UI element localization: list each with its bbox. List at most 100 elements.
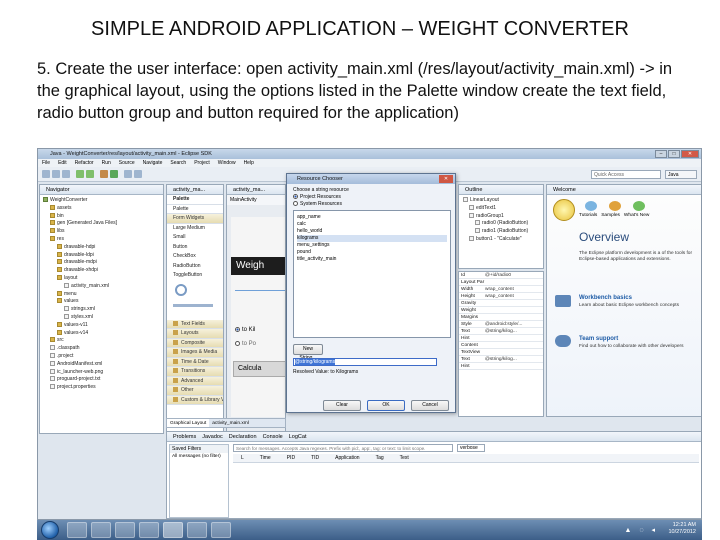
progress-widget-icon[interactable] [175, 283, 187, 296]
team-support-link[interactable]: Team support [579, 336, 618, 342]
property-row[interactable]: Id @+id/radio0 [459, 272, 543, 279]
resource-value-input[interactable]: @string/kilograms [293, 358, 437, 366]
explorer-icon[interactable] [67, 522, 87, 538]
property-row[interactable]: Text @string/kilog... [459, 328, 543, 335]
tree-item[interactable]: gen [Generated Java Files] [43, 220, 163, 228]
tray-clock[interactable]: 12:21 AM 10/27/2012 [668, 522, 696, 536]
browser-icon[interactable] [139, 522, 159, 538]
cancel-button[interactable]: Cancel [411, 400, 449, 411]
tree-item[interactable]: libs [43, 228, 163, 236]
tutorials-icon[interactable] [585, 201, 597, 211]
search-icon[interactable] [124, 170, 132, 178]
resource-item[interactable]: pound [297, 249, 447, 256]
log-column-header[interactable]: Application [327, 454, 367, 462]
property-row[interactable]: Text @string/kilog... [459, 356, 543, 363]
tree-item[interactable]: WeightConverter [43, 197, 163, 205]
workbench-basics-link[interactable]: Workbench basics [579, 295, 632, 301]
radio-kilograms[interactable]: to Kil [235, 327, 255, 333]
bottom-tab[interactable]: Console [263, 432, 283, 441]
palette-section[interactable]: Time & Date [167, 357, 223, 367]
tree-item[interactable]: drawable-xhdpi [43, 267, 163, 275]
tree-item[interactable]: res [43, 235, 163, 244]
folder-icon[interactable] [115, 522, 135, 538]
seekbar-widget-icon[interactable] [173, 303, 213, 307]
open-type-icon[interactable] [134, 170, 142, 178]
log-level-select[interactable]: verbose [457, 444, 485, 452]
dialog-close-icon[interactable]: ✕ [439, 175, 453, 183]
tree-item[interactable]: project.properties [43, 384, 163, 392]
logcat-search-input[interactable]: Search for messages. Accepts Java regexe… [233, 444, 453, 452]
property-row[interactable]: Gravity [459, 300, 543, 307]
print-icon[interactable] [62, 170, 70, 178]
bottom-tab[interactable]: LogCat [289, 432, 307, 441]
menu-item[interactable]: Navigate [143, 159, 163, 167]
editor-tab-2[interactable]: activity_ma... [227, 185, 285, 195]
resource-item[interactable]: calc [297, 221, 447, 228]
android-sdk-icon[interactable] [76, 170, 84, 178]
close-icon[interactable]: ✕ [681, 150, 699, 158]
tray-icons[interactable]: ▲ ◌ ◂ [625, 526, 659, 534]
widget-checkbox[interactable]: CheckBox [167, 252, 223, 262]
tree-item[interactable]: AndroidManifest.xml [43, 360, 163, 369]
palette-section[interactable]: Custom & Library Views [167, 395, 223, 405]
new-icon[interactable] [42, 170, 50, 178]
tree-item[interactable]: values-v11 [43, 321, 163, 330]
menu-item[interactable]: Project [194, 159, 210, 167]
tree-item[interactable]: strings.xml [43, 306, 163, 314]
outline-item[interactable]: radioGroup1 [463, 212, 543, 221]
property-row[interactable]: Layout Par [459, 279, 543, 286]
tree-item[interactable]: drawable-mdpi [43, 259, 163, 267]
tree-item[interactable]: drawable-ldpi [43, 251, 163, 260]
palette-section[interactable]: Other [167, 386, 223, 396]
tree-item[interactable]: values-v14 [43, 329, 163, 338]
bottom-tab[interactable]: Declaration [229, 432, 257, 441]
widget-small[interactable]: Small [167, 233, 223, 243]
widget-radiobutton[interactable]: RadioButton [167, 262, 223, 272]
tutorials-link[interactable]: Tutorials [579, 213, 597, 218]
whats-new-link[interactable]: What's New [624, 213, 649, 218]
palette-section[interactable]: Composite [167, 338, 223, 348]
palette-section[interactable]: Advanced [167, 376, 223, 386]
filter-all-messages[interactable]: All messages (no filter) [170, 453, 228, 460]
new-string-button[interactable]: New String... [293, 344, 323, 361]
widget-large-medium[interactable]: Large Medium [167, 224, 223, 234]
tree-item[interactable]: assets [43, 204, 163, 213]
editor-toolbar-activity[interactable]: MainActivity [227, 195, 285, 205]
menu-item[interactable]: Refactor [75, 159, 94, 167]
palette-section[interactable]: Images & Media [167, 348, 223, 358]
property-row[interactable]: TextView [459, 349, 543, 356]
powerpoint-icon[interactable] [211, 522, 231, 538]
graphical-layout-tab[interactable]: Graphical Layout [167, 419, 210, 427]
avd-manager-icon[interactable] [86, 170, 94, 178]
ok-button[interactable]: OK [367, 400, 405, 411]
tree-item[interactable]: activity_main.xml [43, 282, 163, 291]
palette-search[interactable]: Palette [167, 205, 223, 214]
palette-section-form-widgets[interactable]: Form Widgets [167, 214, 223, 224]
eclipse-task-icon[interactable] [163, 522, 183, 538]
log-column-header[interactable]: Time [252, 454, 279, 462]
log-column-header[interactable]: TID [303, 454, 327, 462]
project-resources-radio[interactable]: Project Resources [293, 194, 341, 201]
outline-item[interactable]: radio1 (RadioButton) [463, 228, 543, 236]
property-row[interactable]: Style @android:style/... [459, 321, 543, 328]
property-row[interactable]: Weight [459, 307, 543, 314]
palette-section[interactable]: Transitions [167, 367, 223, 377]
menu-item[interactable]: Run [102, 159, 111, 167]
radio-pounds[interactable]: to Po [235, 341, 256, 347]
menu-item[interactable]: Search [170, 159, 186, 167]
run-icon[interactable] [110, 170, 118, 178]
bottom-tab[interactable]: Problems [173, 432, 196, 441]
palette-section[interactable]: Text Fields [167, 319, 223, 329]
save-icon[interactable] [52, 170, 60, 178]
menu-item[interactable]: File [42, 159, 50, 167]
navigator-tab[interactable]: Navigator [40, 185, 163, 195]
property-row[interactable]: Hint [459, 363, 543, 370]
widget-togglebutton[interactable]: ToggleButton [167, 271, 223, 281]
java-perspective-button[interactable]: Java [665, 170, 697, 179]
resource-item[interactable]: title_activity_main [297, 256, 447, 263]
start-button-icon[interactable] [41, 521, 59, 539]
maximize-icon[interactable]: □ [668, 150, 680, 158]
resource-item[interactable]: hello_world [297, 228, 447, 235]
resource-item[interactable]: menu_settings [297, 242, 447, 249]
outline-item[interactable]: radio0 (RadioButton) [463, 220, 543, 228]
